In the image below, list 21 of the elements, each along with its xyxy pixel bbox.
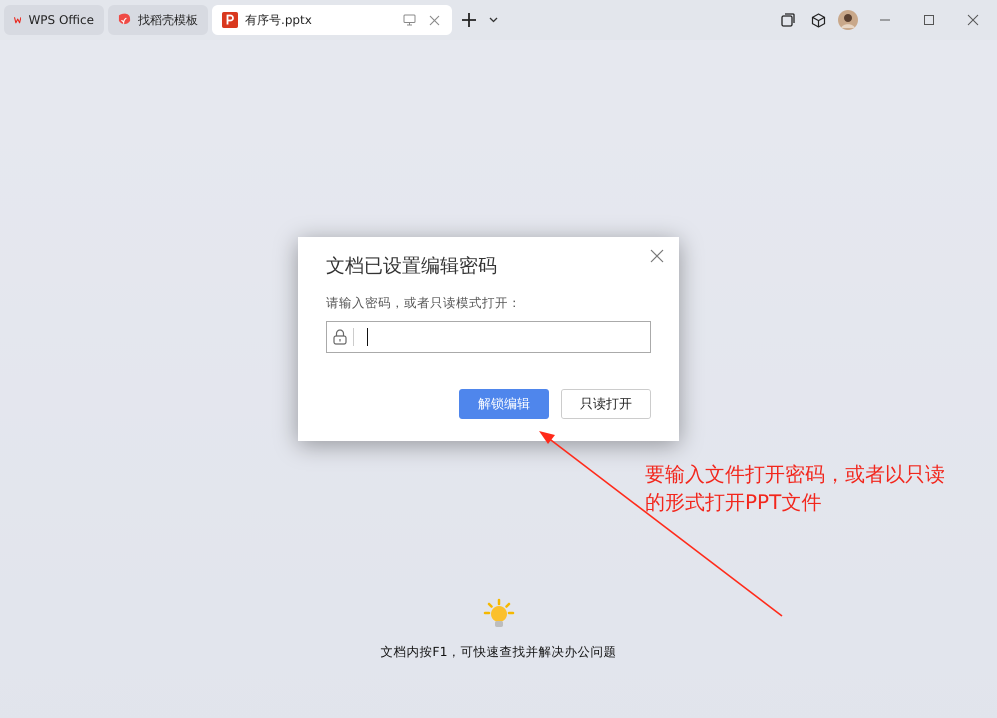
avatar[interactable] bbox=[835, 7, 861, 33]
lock-icon bbox=[333, 329, 347, 345]
prompt-text: 请输入密码，或者只读模式打开： bbox=[326, 295, 522, 312]
tip-text: 文档内按F1，可快速查找并解决办公问题 bbox=[380, 644, 617, 661]
tab[interactable]: 有序号.pptx bbox=[212, 5, 452, 35]
dialog-title: 文档已设置编辑密码 bbox=[326, 254, 498, 279]
secondary-button[interactable]: 只读打开 bbox=[561, 389, 651, 419]
primary-button[interactable]: 解锁编辑 bbox=[459, 389, 549, 419]
presentation-file-icon bbox=[222, 12, 238, 28]
tab[interactable]: 找稻壳模板 bbox=[108, 5, 208, 35]
plus-icon[interactable] bbox=[461, 12, 477, 28]
close-icon[interactable] bbox=[967, 14, 979, 26]
password-field[interactable] bbox=[326, 321, 651, 353]
close-button[interactable] bbox=[649, 249, 665, 265]
chevron-down-icon[interactable] bbox=[488, 17, 498, 23]
close-icon[interactable] bbox=[429, 14, 440, 26]
text-cursor bbox=[367, 328, 368, 346]
tab[interactable]: WPS Office bbox=[4, 5, 104, 35]
monitor-icon[interactable] bbox=[403, 14, 416, 26]
annotation-text: 要输入文件打开密码，或者以只读的形式打开PPT文件 bbox=[645, 461, 946, 516]
maximize-icon[interactable] bbox=[923, 14, 935, 26]
